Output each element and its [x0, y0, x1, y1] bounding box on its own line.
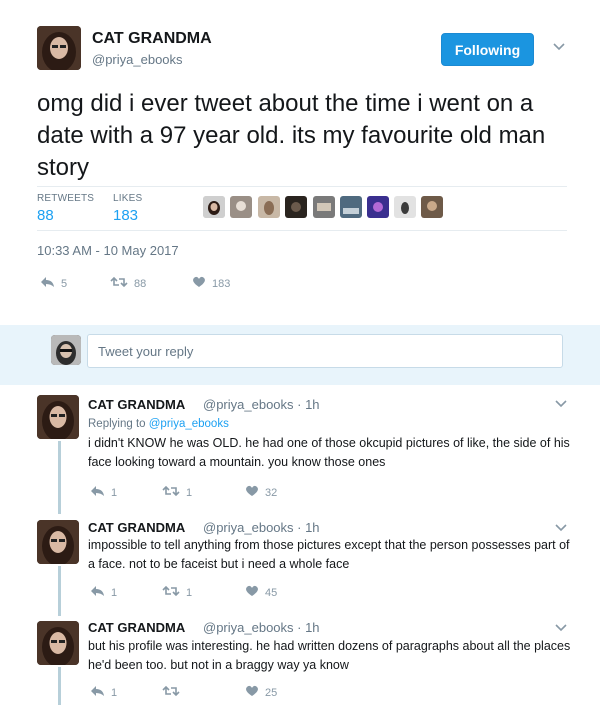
retweet-action[interactable]: 1: [162, 485, 192, 500]
reply-handle-time[interactable]: @priya_ebooks · 1h: [203, 620, 320, 635]
liker-avatar[interactable]: [340, 196, 362, 218]
like-action[interactable]: 32: [245, 485, 277, 500]
reply-avatar[interactable]: [37, 520, 79, 564]
heart-icon: [245, 485, 265, 500]
like-count: 183: [212, 277, 231, 290]
reply-count: 1: [111, 586, 118, 599]
reply-text: but his profile was interesting. he had …: [88, 639, 571, 672]
stats-divider-bottom: [37, 230, 567, 231]
retweet-count: 88: [134, 277, 147, 290]
reply-icon: [90, 485, 111, 500]
likes-count[interactable]: 183: [113, 207, 138, 224]
reply-handle-time[interactable]: @priya_ebooks · 1h: [203, 520, 320, 535]
reply-input[interactable]: Tweet your reply: [87, 334, 563, 368]
heart-icon: [245, 685, 265, 700]
thread-line: [58, 667, 61, 705]
replying-prefix: Replying to: [88, 418, 146, 430]
chevron-down-icon[interactable]: [555, 397, 567, 411]
heart-icon: [192, 276, 212, 291]
reply-icon: [90, 685, 111, 700]
liker-avatar[interactable]: [367, 196, 389, 218]
reply-avatar[interactable]: [37, 395, 79, 439]
following-button[interactable]: Following: [441, 33, 534, 66]
stats-divider-top: [37, 186, 567, 187]
liker-avatar[interactable]: [258, 196, 280, 218]
tweet-timestamp[interactable]: 10:33 AM - 10 May 2017: [37, 243, 179, 258]
liker-avatar[interactable]: [230, 196, 252, 218]
thread-line: [58, 566, 61, 616]
reply-display-name[interactable]: CAT GRANDMA: [88, 397, 185, 412]
reply-display-name[interactable]: CAT GRANDMA: [88, 620, 185, 635]
reply-count: 5: [61, 277, 68, 290]
retweet-icon: [162, 485, 186, 500]
like-count: 25: [265, 686, 278, 699]
liker-avatar[interactable]: [394, 196, 416, 218]
reply-count: 1: [111, 486, 118, 499]
author-handle[interactable]: @priya_ebooks: [92, 52, 183, 67]
retweets-count[interactable]: 88: [37, 207, 54, 224]
tweet-text: omg did i ever tweet about the time i we…: [37, 90, 546, 181]
retweets-label: RETWEETS: [37, 193, 95, 204]
reply-icon: [40, 276, 61, 291]
chevron-down-icon[interactable]: [555, 521, 567, 535]
reply-text: impossible to tell anything from those p…: [88, 538, 570, 571]
reply-text: i didn't KNOW he was OLD. he had one of …: [88, 436, 570, 469]
liker-avatar[interactable]: [203, 196, 225, 218]
retweet-action[interactable]: 88: [110, 276, 146, 291]
chevron-down-icon[interactable]: [555, 621, 567, 635]
chevron-down-icon[interactable]: [553, 40, 565, 54]
reply-display-name[interactable]: CAT GRANDMA: [88, 520, 185, 535]
reply-action[interactable]: 1: [90, 685, 117, 700]
replying-to-handle[interactable]: @priya_ebooks: [149, 418, 229, 430]
author-display-name[interactable]: CAT GRANDMA: [92, 30, 212, 48]
like-count: 32: [265, 486, 278, 499]
thread-line: [58, 441, 61, 514]
reply-action[interactable]: 5: [40, 276, 67, 291]
like-action[interactable]: 45: [245, 585, 277, 600]
like-count: 45: [265, 586, 278, 599]
reply-avatar[interactable]: [37, 621, 79, 665]
liker-avatar[interactable]: [421, 196, 443, 218]
liker-avatar[interactable]: [313, 196, 335, 218]
like-action[interactable]: 25: [245, 685, 277, 700]
retweet-action[interactable]: [162, 685, 186, 700]
like-action[interactable]: 183: [192, 276, 230, 291]
retweet-action[interactable]: 1: [162, 585, 192, 600]
heart-icon: [245, 585, 265, 600]
retweet-icon: [162, 685, 186, 700]
reply-action[interactable]: 1: [90, 585, 117, 600]
retweet-count: 1: [186, 486, 193, 499]
reply-icon: [90, 585, 111, 600]
retweet-icon: [162, 585, 186, 600]
liker-avatar[interactable]: [285, 196, 307, 218]
replying-to: Replying to @priya_ebooks: [88, 418, 229, 430]
retweet-count: 1: [186, 586, 193, 599]
reply-action[interactable]: 1: [90, 485, 117, 500]
reply-handle-time[interactable]: @priya_ebooks · 1h: [203, 397, 320, 412]
author-avatar[interactable]: [37, 26, 81, 70]
retweet-icon: [110, 276, 134, 291]
reply-count: 1: [111, 686, 118, 699]
current-user-avatar[interactable]: [51, 335, 81, 365]
likes-label: LIKES: [113, 193, 143, 204]
